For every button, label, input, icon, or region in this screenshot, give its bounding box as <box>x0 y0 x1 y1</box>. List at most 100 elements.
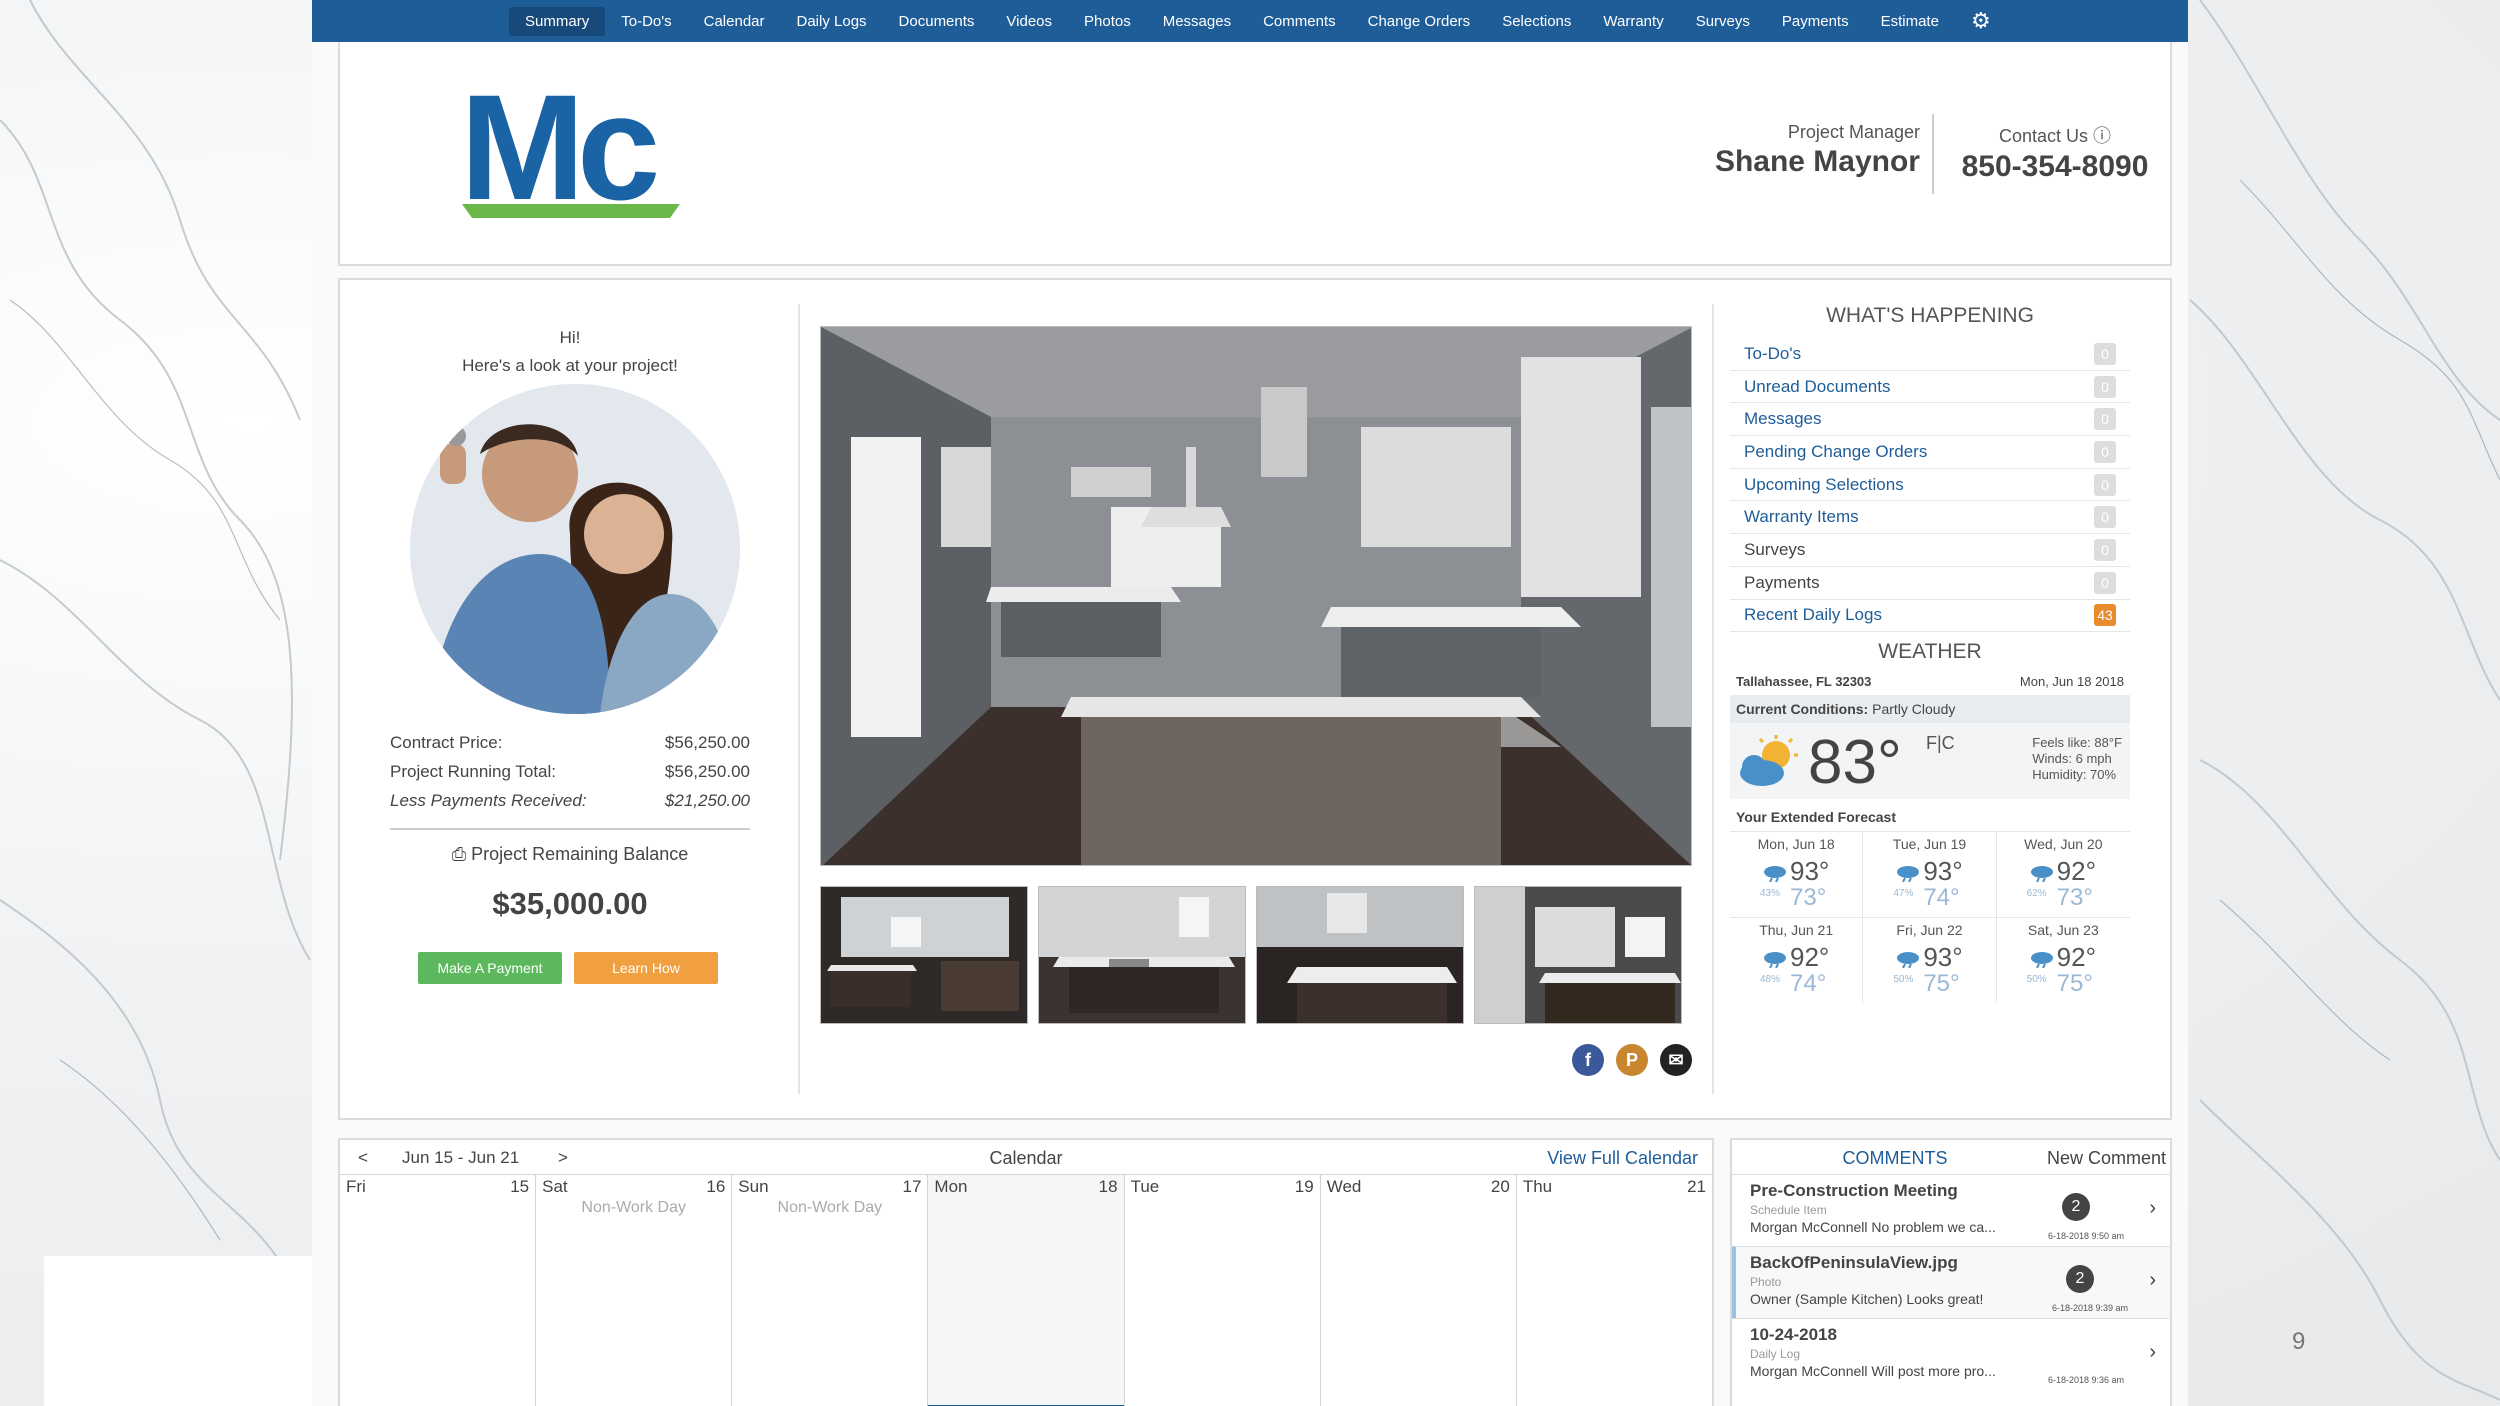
new-comment-link[interactable]: New Comment <box>2047 1148 2166 1169</box>
price-summary: Contract Price: $56,250.00 Project Runni… <box>390 728 750 815</box>
calendar-day[interactable]: Wed 20 <box>1319 1174 1516 1406</box>
happening-label: To-Do's <box>1744 343 1802 363</box>
happening-label: Upcoming Selections <box>1744 474 1904 494</box>
comments-header: COMMENTS New Comment <box>1732 1140 2170 1174</box>
count-badge: 0 <box>2094 342 2116 365</box>
thumbnail-4[interactable] <box>1474 886 1682 1024</box>
nav-photos[interactable]: Photos <box>1068 7 1147 36</box>
printer-icon[interactable]: ⎙ <box>452 844 466 864</box>
partly-cloudy-icon <box>1740 735 1798 786</box>
contact-label: Contact Us ⓘ <box>1998 126 2112 146</box>
weather-stats: Feels like: 88°F Winds: 6 mph Humidity: … <box>2032 735 2122 783</box>
main-project-photo[interactable] <box>820 326 1692 866</box>
gear-icon[interactable]: ⚙ <box>1971 10 1991 32</box>
rain-icon <box>1764 866 1786 882</box>
count-badge: 0 <box>2094 506 2116 529</box>
nav-documents[interactable]: Documents <box>883 7 991 36</box>
winds: Winds: 6 mph <box>2032 751 2112 766</box>
running-total-value: $56,250.00 <box>664 762 750 781</box>
comment-title: Pre-Construction Meeting <box>1750 1181 1958 1200</box>
nav-daily-logs[interactable]: Daily Logs <box>781 7 883 36</box>
forecast-grid: Mon, Jun 18 93° 43% 73° Tue, Jun 19 93° … <box>1730 831 2130 1003</box>
comment-item[interactable]: BackOfPeninsulaView.jpg Photo Owner (Sam… <box>1732 1246 2170 1318</box>
calendar-day[interactable]: Sat 16 Non-Work Day <box>535 1174 732 1406</box>
conditions-label: Current Conditions: <box>1736 701 1869 717</box>
weather-title: WEATHER <box>1878 640 1982 663</box>
make-payment-button[interactable]: Make A Payment <box>418 952 562 984</box>
nav-surveys[interactable]: Surveys <box>1680 7 1766 36</box>
forecast-low: 75° <box>2056 970 2093 997</box>
email-icon[interactable]: ✉ <box>1660 1044 1692 1076</box>
nav-estimate[interactable]: Estimate <box>1865 7 1955 36</box>
comment-item[interactable]: 10-24-2018 Daily Log Morgan McConnell Wi… <box>1732 1318 2170 1390</box>
day-name: Mon <box>934 1177 968 1196</box>
learn-how-button[interactable]: Learn How <box>574 952 718 984</box>
calendar-day[interactable]: Thu 21 <box>1515 1174 1712 1406</box>
nav-warranty[interactable]: Warranty <box>1587 7 1679 36</box>
calendar-day-today[interactable]: Mon 18 <box>927 1174 1124 1406</box>
calendar-day[interactable]: Sun 17 Non-Work Day <box>731 1174 928 1406</box>
nav-change-orders[interactable]: Change Orders <box>1352 7 1487 36</box>
nav-videos[interactable]: Videos <box>990 7 1068 36</box>
forecast-low: 75° <box>1923 970 1960 997</box>
facebook-icon[interactable]: f <box>1572 1044 1604 1076</box>
happening-todos[interactable]: To-Do's 0 <box>1730 338 2130 371</box>
temp-unit-toggle[interactable]: F|C <box>1926 733 1955 754</box>
nav-messages[interactable]: Messages <box>1147 7 1247 36</box>
day-name: Thu <box>1522 1177 1553 1196</box>
view-full-calendar-link[interactable]: View Full Calendar <box>1547 1148 1698 1169</box>
calendar-panel: < Jun 15 - Jun 21 > Calendar View Full C… <box>338 1138 1714 1406</box>
comment-item[interactable]: Pre-Construction Meeting Schedule Item M… <box>1732 1174 2170 1246</box>
comment-date: 6-18-2018 9:39 am <box>2052 1303 2129 1313</box>
nav-summary[interactable]: Summary <box>509 6 606 36</box>
calendar-day[interactable]: Tue 19 <box>1123 1174 1320 1406</box>
forecast-date: Sat, Jun 23 <box>2027 922 2099 938</box>
contract-price-label: Contract Price: <box>390 733 503 752</box>
forecast-high: 92° <box>1790 942 1830 972</box>
thumbnail-1[interactable] <box>820 886 1028 1024</box>
happening-selections[interactable]: Upcoming Selections 0 <box>1730 469 2130 502</box>
happening-label: Unread Documents <box>1744 376 1891 396</box>
comments-title: COMMENTS <box>1842 1148 1948 1168</box>
greeting: Hi! Here's a look at your project! <box>340 324 800 380</box>
forecast-precip: 47% <box>1893 888 1914 899</box>
happening-label: Recent Daily Logs <box>1744 605 1882 625</box>
forecast-date: Thu, Jun 21 <box>1759 922 1834 938</box>
top-nav: Summary To-Do's Calendar Daily Logs Docu… <box>312 0 2188 42</box>
happening-change-orders[interactable]: Pending Change Orders 0 <box>1730 436 2130 469</box>
whats-happening: WHAT'S HAPPENING To-Do's 0 Unread Documen… <box>1730 304 2130 633</box>
happening-unread-documents[interactable]: Unread Documents 0 <box>1730 371 2130 404</box>
payments-received-row: Less Payments Received: $21,250.00 <box>390 786 750 815</box>
nav-selections[interactable]: Selections <box>1486 7 1587 36</box>
happening-warranty[interactable]: Warranty Items 0 <box>1730 501 2130 535</box>
forecast-date: Mon, Jun 18 <box>1757 836 1835 852</box>
owner-photo <box>410 384 740 714</box>
contact-phone[interactable]: 850-354-8090 <box>1950 150 2160 184</box>
contact-us[interactable]: Contact Us ⓘ 850-354-8090 <box>1950 122 2160 184</box>
comment-type: Daily Log <box>1750 1347 1801 1361</box>
happening-label: Messages <box>1744 409 1822 429</box>
thumbnail-3[interactable] <box>1256 886 1464 1024</box>
pinterest-icon[interactable]: P <box>1616 1044 1648 1076</box>
happening-messages[interactable]: Messages 0 <box>1730 403 2130 437</box>
nav-todos[interactable]: To-Do's <box>605 7 687 36</box>
forecast-high: 93° <box>1923 856 1963 886</box>
weather-location: Tallahassee, FL 32303 <box>1736 674 1872 689</box>
day-number: 19 <box>1294 1177 1314 1196</box>
forecast-day: Wed, Jun 20 92° 62% 73° <box>1996 831 2130 917</box>
calendar-week: Fri 15 Sat 16 Non-Work Day Sun 17 Non-Work Da… <box>340 1174 1712 1406</box>
company-logo: Mc <box>460 72 690 232</box>
thumbnail-2[interactable] <box>1038 886 1246 1024</box>
nav-calendar[interactable]: Calendar <box>688 7 781 36</box>
calendar-day[interactable]: Fri 15 <box>340 1174 536 1406</box>
header-panel: Mc Project Manager Shane Maynor Contact … <box>338 42 2172 266</box>
happening-daily-logs[interactable]: Recent Daily Logs 43 <box>1730 600 2130 633</box>
count-badge: 0 <box>2094 408 2116 431</box>
forecast-date: Wed, Jun 20 <box>2024 836 2103 852</box>
contract-price-row: Contract Price: $56,250.00 <box>390 728 750 757</box>
nav-comments[interactable]: Comments <box>1247 7 1352 36</box>
remaining-balance-amount: $35,000.00 <box>492 886 648 921</box>
forecast-precip: 62% <box>2026 888 2047 899</box>
nav-payments[interactable]: Payments <box>1766 7 1865 36</box>
forecast-high: 93° <box>1923 942 1963 972</box>
